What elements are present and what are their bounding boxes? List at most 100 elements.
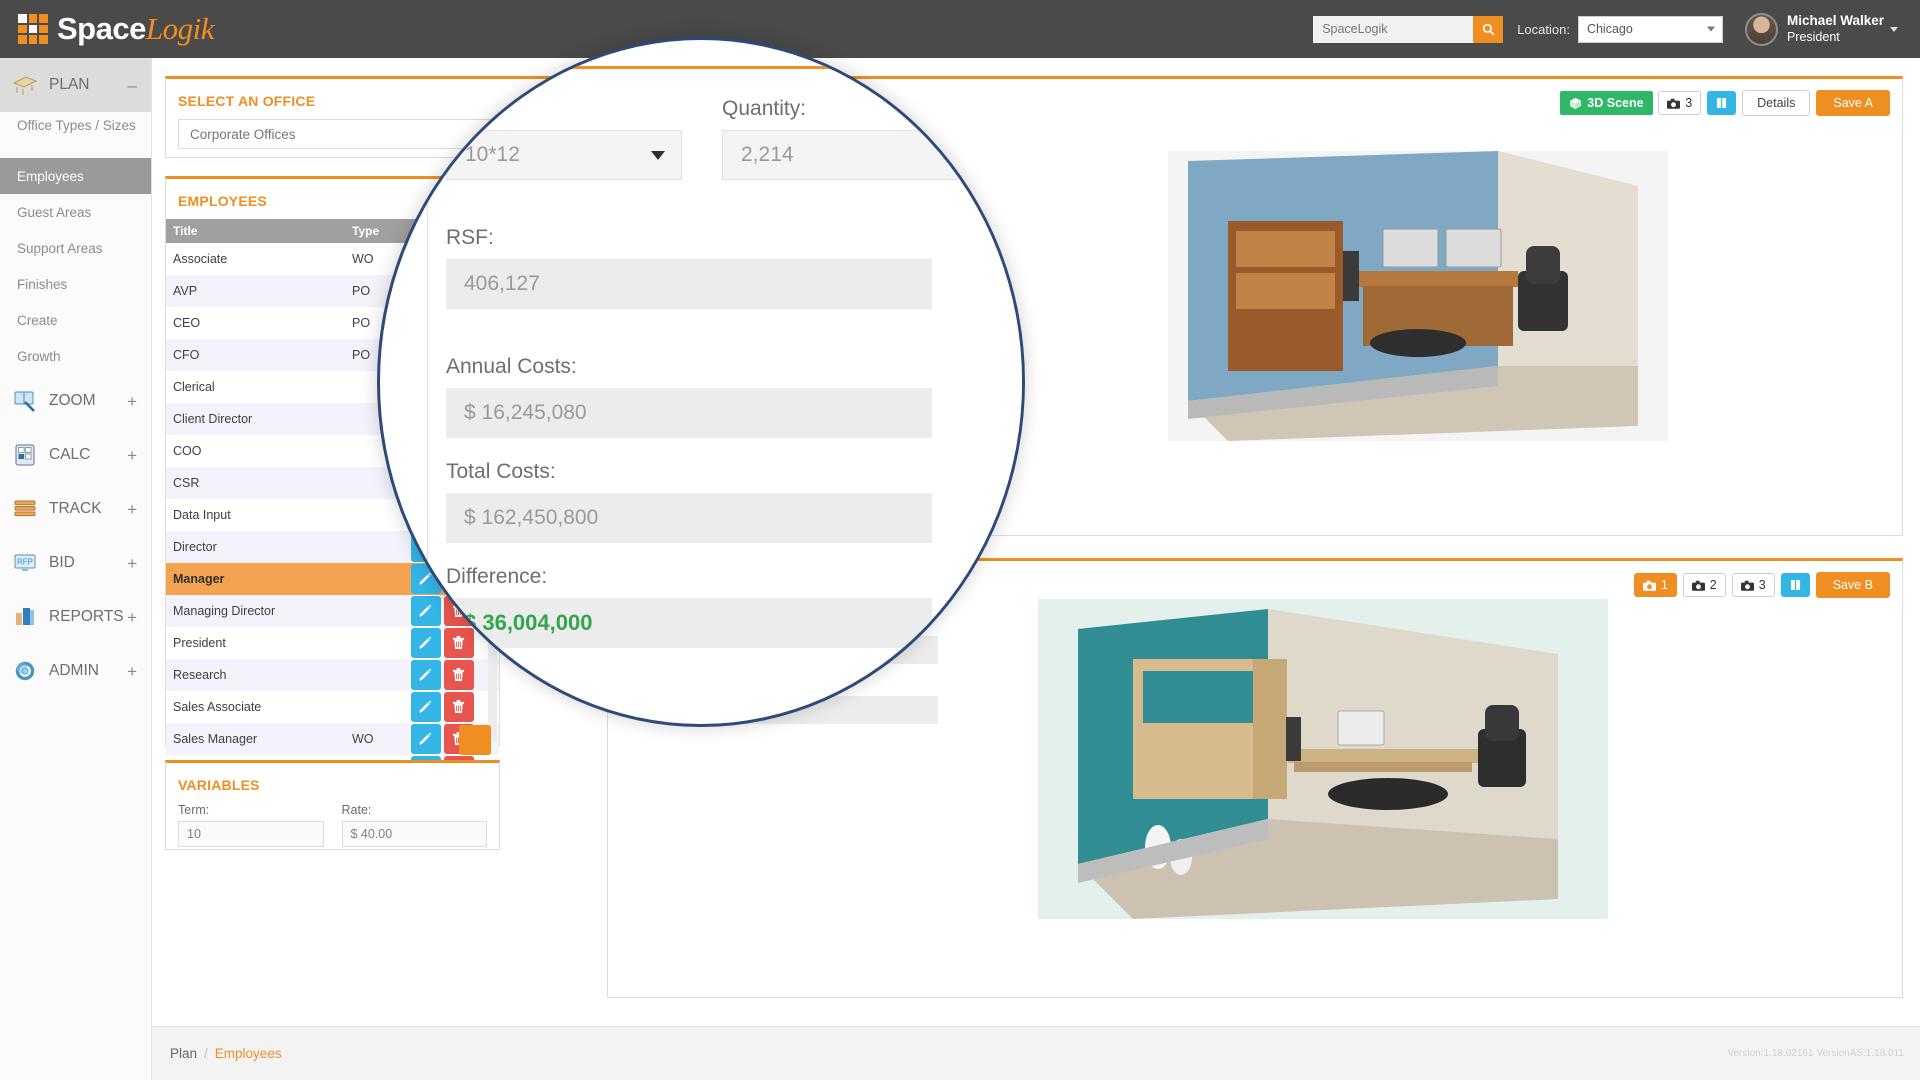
- camera-3-button[interactable]: 3: [1731, 573, 1775, 597]
- sidebar-item-employees[interactable]: Employees: [0, 158, 151, 194]
- magnified-details-card: Size: 10*12 Quantity: 2,214 RSF: 406,127…: [427, 66, 1022, 648]
- cell-type: [345, 691, 409, 723]
- collapse-toggle-icon[interactable]: –: [128, 77, 137, 94]
- location-label: Location:: [1517, 21, 1570, 37]
- total-costs-value: $ 162,450,800: [446, 493, 932, 543]
- table-row[interactable]: Sales Manager WO: [166, 723, 499, 755]
- sidebar-item-label: Support Areas: [17, 240, 103, 256]
- expand-toggle-icon[interactable]: +: [127, 501, 137, 518]
- magnified-total-costs-field: Total Costs: $ 162,450,800: [428, 460, 1022, 543]
- camera-icon: [1740, 580, 1754, 591]
- user-menu[interactable]: Michael Walker President: [1744, 12, 1898, 46]
- table-row[interactable]: Sales Associate: [166, 691, 499, 723]
- column-header-type[interactable]: Type: [345, 219, 409, 243]
- trash-icon: [452, 700, 465, 714]
- cell-title: President: [173, 636, 226, 650]
- chevron-down-icon: [1706, 26, 1715, 32]
- edit-row-button[interactable]: [411, 660, 441, 690]
- sidebar-group-zoom[interactable]: ZOOM +: [0, 374, 151, 428]
- sidebar-item-guest-areas[interactable]: Guest Areas: [0, 194, 151, 230]
- save-a-button[interactable]: Save A: [1816, 90, 1890, 116]
- sidebar-item-growth[interactable]: Growth: [0, 338, 151, 374]
- rsf-label: RSF:: [446, 226, 494, 249]
- sidebar-group-admin[interactable]: ADMIN +: [0, 644, 151, 698]
- cell-type: [345, 595, 409, 627]
- version-label: Version:1.18.02161 VersionAS:1.18.011: [1727, 1048, 1904, 1059]
- term-label: Term:: [178, 803, 210, 817]
- sidebar-group-plan[interactable]: PLAN –: [0, 58, 151, 112]
- cell-title: Sales Manager: [173, 732, 258, 746]
- room-a-3d-scene[interactable]: [1168, 151, 1668, 441]
- quantity-input[interactable]: 2,214: [722, 130, 958, 180]
- table-row[interactable]: Research: [166, 659, 499, 691]
- delete-row-button[interactable]: [444, 692, 474, 722]
- breadcrumb-root[interactable]: Plan: [170, 1046, 197, 1061]
- notes-button[interactable]: [1707, 91, 1737, 115]
- sidebar-group-calc[interactable]: CALC +: [0, 428, 151, 482]
- expand-toggle-icon[interactable]: +: [127, 393, 137, 410]
- term-input[interactable]: 10: [178, 821, 324, 847]
- cell-title: CSR: [173, 476, 200, 490]
- trash-icon: [452, 668, 465, 682]
- 3d-scene-button[interactable]: 3D Scene: [1560, 91, 1653, 115]
- annual-costs-value: $ 16,245,080: [446, 388, 932, 438]
- variables-row: Term: 10 Rate: $ 40.00: [166, 803, 499, 847]
- edit-row-button[interactable]: [411, 724, 441, 754]
- sidebar-group-reports[interactable]: REPORTS +: [0, 590, 151, 644]
- cell-title: Client Director: [173, 412, 253, 426]
- camera-2-label: 2: [1709, 578, 1717, 592]
- brand-wordmark: SpaceLogik: [57, 11, 214, 47]
- expand-toggle-icon[interactable]: +: [127, 609, 137, 626]
- details-button[interactable]: Details: [1742, 90, 1811, 116]
- edit-row-button[interactable]: [411, 692, 441, 722]
- cell-title: CEO: [173, 316, 201, 330]
- expand-toggle-icon[interactable]: +: [127, 555, 137, 572]
- cell-title: Research: [173, 668, 227, 682]
- camera-3-label: 3: [1758, 578, 1766, 592]
- size-select[interactable]: 10*12: [446, 130, 682, 180]
- details-label: Details: [1757, 96, 1796, 110]
- brand-logo-area[interactable]: SpaceLogik: [0, 11, 214, 47]
- camera-1-button[interactable]: 1: [1633, 573, 1677, 597]
- camera-icon: [1667, 98, 1681, 109]
- save-b-button[interactable]: Save B: [1815, 572, 1890, 598]
- sidebar-item-label: Guest Areas: [17, 204, 92, 220]
- room-a-toolbar: 1 2: [1560, 90, 1890, 116]
- difference-label: Difference:: [446, 565, 548, 588]
- expand-toggle-icon[interactable]: +: [127, 447, 137, 464]
- expand-toggle-icon[interactable]: +: [127, 663, 137, 680]
- room-b-toolbar: 1 2 3 Save B: [1633, 572, 1890, 598]
- sidebar-group-bid[interactable]: RFP BID +: [0, 536, 151, 590]
- admin-icon: [15, 661, 35, 681]
- size-value: 10*12: [465, 143, 520, 166]
- calc-icon: [15, 444, 35, 466]
- reports-icon: [16, 608, 34, 625]
- search-input[interactable]: [1313, 15, 1474, 43]
- magnified-size-field: Size: 10*12: [446, 97, 682, 180]
- difference-value: $ 36,004,000: [446, 598, 932, 648]
- sidebar-item-support-areas[interactable]: Support Areas: [0, 230, 151, 266]
- column-header-title[interactable]: Title: [166, 219, 345, 243]
- sidebar-group-track[interactable]: TRACK +: [0, 482, 151, 536]
- book-icon: [1790, 579, 1800, 591]
- search-button[interactable]: [1473, 15, 1504, 43]
- room-b-3d-scene[interactable]: [1038, 599, 1608, 919]
- notes-button[interactable]: [1780, 573, 1810, 597]
- camera-3-button[interactable]: 3: [1658, 91, 1702, 115]
- delete-row-button[interactable]: [444, 660, 474, 690]
- spacelogik-logo-icon: [18, 14, 48, 44]
- add-employee-button[interactable]: [459, 725, 491, 755]
- sidebar-group-label: TRACK: [49, 500, 102, 517]
- 3d-scene-label: 3D Scene: [1587, 96, 1644, 110]
- sidebar-item-office-types-sizes[interactable]: Office Types / Sizes: [0, 112, 151, 158]
- size-label: Size:: [446, 97, 493, 120]
- book-icon: [1717, 97, 1727, 109]
- user-names: Michael Walker President: [1787, 13, 1884, 46]
- magnified-annual-costs-field: Annual Costs: $ 16,245,080: [428, 355, 1022, 438]
- rate-input[interactable]: $ 40.00: [341, 821, 487, 847]
- camera-2-button[interactable]: 2: [1682, 573, 1726, 597]
- magnified-rsf-field: RSF: 406,127: [428, 226, 1022, 309]
- sidebar-item-create[interactable]: Create: [0, 302, 151, 338]
- location-select[interactable]: Chicago: [1577, 15, 1723, 43]
- sidebar-item-finishes[interactable]: Finishes: [0, 266, 151, 302]
